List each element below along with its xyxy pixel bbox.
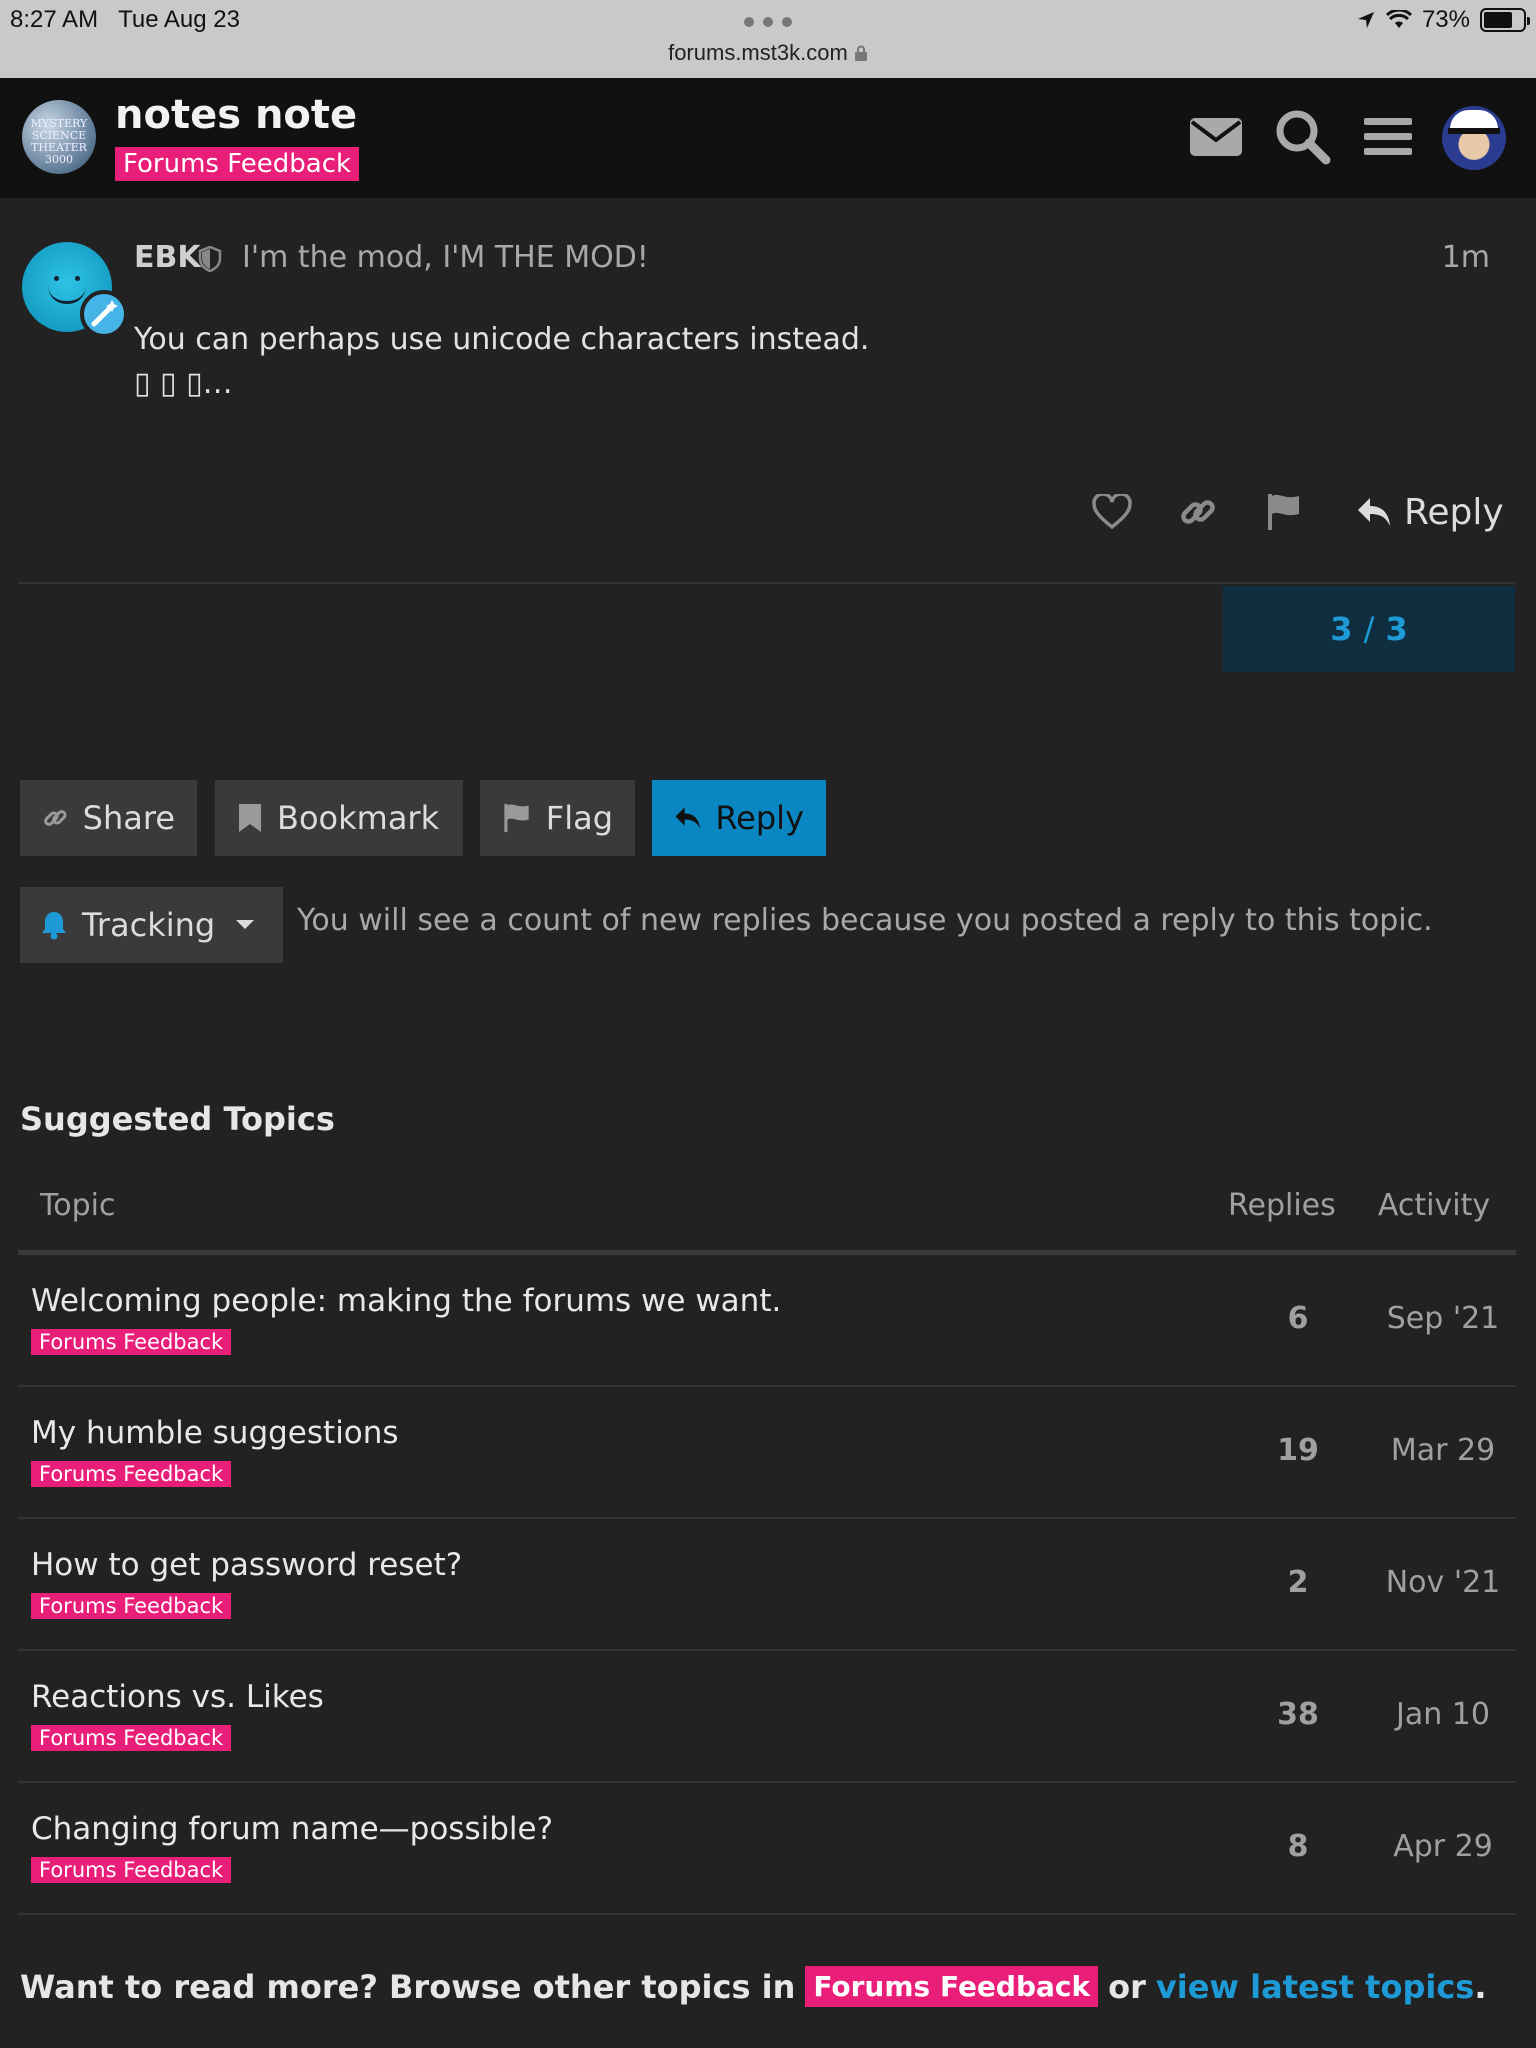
flag-button[interactable]: Flag: [480, 780, 635, 856]
wifi-icon: [1385, 10, 1412, 28]
topic-activity-date[interactable]: Sep '21: [1368, 1301, 1518, 1336]
envelope-icon[interactable]: [1186, 106, 1246, 166]
site-logo[interactable]: MYSTERY SCIENCE THEATER 3000: [22, 100, 96, 174]
topic-progress-indicator[interactable]: 3 / 3: [1223, 586, 1515, 672]
battery-percent: 73%: [1421, 6, 1470, 33]
bookmark-label: Bookmark: [277, 799, 440, 837]
notification-tracking-dropdown[interactable]: Tracking: [20, 887, 283, 963]
topic-replies-count[interactable]: 8: [1228, 1829, 1368, 1864]
link-icon: [44, 810, 67, 826]
like-heart-icon[interactable]: [1084, 484, 1140, 540]
battery-icon: [1480, 8, 1530, 32]
read-more-prefix: Want to read more? Browse other topics i…: [20, 1967, 796, 2006]
bookmark-icon: [239, 804, 261, 832]
table-row[interactable]: How to get password reset? Forums Feedbac…: [18, 1519, 1516, 1651]
lock-icon: [854, 45, 867, 61]
status-time: 8:27 AM Tue Aug 23: [10, 6, 240, 33]
table-row[interactable]: Changing forum name—possible? Forums Feed…: [18, 1783, 1516, 1915]
share-button[interactable]: Share: [20, 780, 197, 856]
topic-category-badge[interactable]: Forums Feedback: [31, 1857, 232, 1883]
topic-activity-date[interactable]: Apr 29: [1368, 1829, 1518, 1864]
read-more-category-badge[interactable]: Forums Feedback: [805, 1966, 1099, 2007]
shield-icon: [198, 246, 222, 272]
topic-reply-label: Reply: [715, 799, 804, 837]
flag-icon: [504, 803, 529, 833]
topic-category-badge[interactable]: Forums Feedback: [31, 1329, 232, 1355]
read-more-or: or: [1108, 1967, 1146, 2006]
progress-current: 3: [1330, 610, 1353, 648]
post-body: You can perhaps use unicode characters i…: [134, 318, 869, 406]
post-username[interactable]: EBK: [134, 240, 201, 275]
topic-replies-count[interactable]: 6: [1228, 1301, 1368, 1336]
bookmark-button[interactable]: Bookmark: [215, 780, 463, 856]
read-more-footer: Want to read more? Browse other topics i…: [20, 1966, 1487, 2007]
site-header: MYSTERY SCIENCE THEATER 3000 notes note …: [0, 78, 1536, 198]
moderator-flair-icon: [80, 290, 128, 338]
topic-category-badge[interactable]: Forums Feedback: [31, 1593, 232, 1619]
topic-link[interactable]: Welcoming people: making the forums we w…: [31, 1283, 781, 1319]
multitasking-dots[interactable]: [744, 17, 792, 29]
topic-replies-count[interactable]: 2: [1228, 1565, 1368, 1600]
ios-status-bar: 8:27 AM Tue Aug 23 forums.mst3k.com 73%: [0, 0, 1536, 78]
hamburger-menu-icon[interactable]: [1358, 106, 1418, 166]
reply-arrow-icon: [675, 807, 700, 829]
topic-activity-date[interactable]: Mar 29: [1368, 1433, 1518, 1468]
post-reply-label: Reply: [1404, 491, 1504, 533]
address-bar[interactable]: forums.mst3k.com: [0, 40, 1536, 66]
topic-link[interactable]: Reactions vs. Likes: [31, 1679, 324, 1715]
topic-category-badge[interactable]: Forums Feedback: [31, 1461, 232, 1487]
table-row[interactable]: Reactions vs. Likes Forums Feedback 38 Jan …: [18, 1651, 1516, 1783]
column-header-replies[interactable]: Replies: [1228, 1188, 1336, 1223]
view-latest-topics-link[interactable]: view latest topics: [1156, 1968, 1474, 2006]
post-divider: [18, 582, 1516, 584]
read-more-suffix: .: [1474, 1967, 1487, 2006]
tracking-label: Tracking: [82, 906, 216, 944]
topic-activity-date[interactable]: Nov '21: [1368, 1565, 1518, 1600]
topic-title[interactable]: notes note: [115, 92, 357, 138]
reply-arrow-icon: [1358, 498, 1390, 526]
progress-total: 3: [1385, 610, 1408, 648]
flag-icon[interactable]: [1256, 484, 1312, 540]
topic-link[interactable]: How to get password reset?: [31, 1547, 462, 1583]
logo-text: MYSTERY SCIENCE THEATER 3000: [30, 117, 88, 166]
location-arrow-icon: [1357, 12, 1374, 28]
post-reply-button[interactable]: Reply: [1356, 484, 1504, 540]
topic-category-badge[interactable]: Forums Feedback: [115, 147, 360, 181]
bell-icon: [42, 912, 66, 940]
post-body-line: You can perhaps use unicode characters i…: [134, 322, 870, 357]
flag-label: Flag: [545, 799, 613, 837]
post-body-line: ▯ ▯ ▯…: [134, 366, 233, 401]
topic-replies-count[interactable]: 38: [1228, 1697, 1368, 1732]
copy-link-icon[interactable]: [1170, 484, 1226, 540]
topic-replies-count[interactable]: 19: [1228, 1433, 1368, 1468]
post-user-title: I'm the mod, I'M THE MOD!: [242, 240, 649, 275]
topic-category-badge[interactable]: Forums Feedback: [31, 1725, 232, 1751]
suggested-topics-heading: Suggested Topics: [20, 1100, 335, 1138]
post-timestamp[interactable]: 1m: [1442, 240, 1490, 275]
table-row[interactable]: Welcoming people: making the forums we w…: [18, 1255, 1516, 1387]
table-row[interactable]: My humble suggestions Forums Feedback 19 Ma…: [18, 1387, 1516, 1519]
share-label: Share: [82, 799, 175, 837]
progress-separator: /: [1363, 610, 1375, 648]
tracking-description: You will see a count of new replies beca…: [297, 903, 1433, 938]
topic-link[interactable]: Changing forum name—possible?: [31, 1811, 553, 1847]
column-header-activity[interactable]: Activity: [1368, 1188, 1500, 1223]
current-user-avatar[interactable]: [1442, 106, 1506, 170]
column-header-topic: Topic: [40, 1188, 116, 1223]
topic-reply-button[interactable]: Reply: [652, 780, 826, 856]
topic-activity-date[interactable]: Jan 10: [1368, 1697, 1518, 1732]
status-right: 73%: [1356, 6, 1530, 34]
topic-link[interactable]: My humble suggestions: [31, 1415, 399, 1451]
search-icon[interactable]: [1272, 106, 1332, 166]
caret-down-icon: [236, 920, 255, 929]
